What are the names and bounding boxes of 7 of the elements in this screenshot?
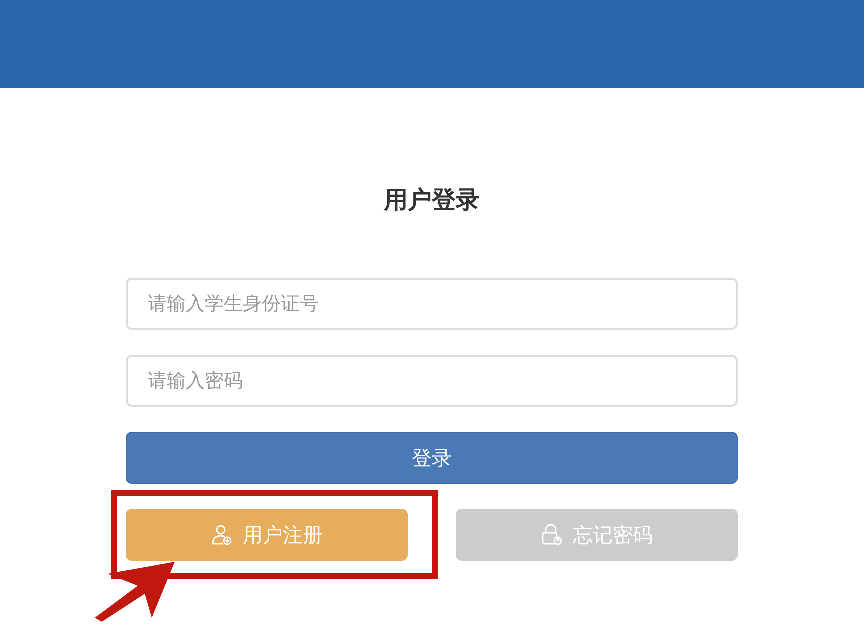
- input-field[interactable]: 请输入学生身份证号: [126, 278, 738, 330]
- lock-icon: [541, 524, 563, 546]
- user-add-icon: [211, 524, 233, 546]
- login-button[interactable]: 登录: [126, 432, 738, 484]
- register-button[interactable]: 用户注册: [126, 509, 408, 561]
- page-title: 用户登录: [384, 185, 480, 216]
- input-field[interactable]: 请输入密码: [126, 355, 738, 407]
